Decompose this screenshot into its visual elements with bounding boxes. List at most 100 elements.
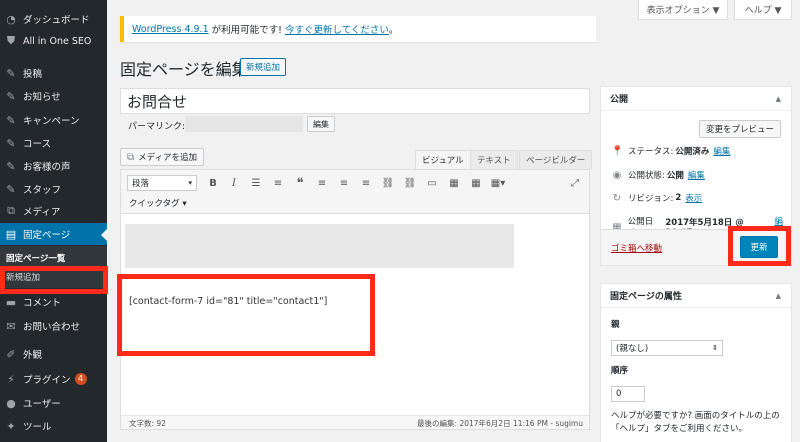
sidebar-item[interactable]: ✎ コース xyxy=(0,132,107,154)
sidebar-item[interactable]: ⚡ プラグイン 4 xyxy=(0,368,107,390)
link-icon[interactable]: ⛓ xyxy=(380,175,396,191)
media-icon: ⧉ xyxy=(127,151,135,163)
pin-icon: ✎ xyxy=(6,66,16,80)
sidebar-item[interactable]: ✎ お客様の声 xyxy=(0,155,107,177)
sidebar-item-label: コメント xyxy=(23,298,62,309)
add-media-label: メディアを追加 xyxy=(138,153,198,163)
status-value: 公開済み xyxy=(675,147,710,157)
revisions-icon: ↻ xyxy=(612,192,622,204)
visibility-edit-link[interactable]: 編集 xyxy=(688,169,705,181)
sidebar-item-label: All in One SEO xyxy=(23,35,92,47)
parent-select[interactable]: (親なし) ⇕ xyxy=(611,340,723,356)
quicktag-dropdown[interactable]: クイックタグ ▾ xyxy=(129,197,187,209)
sidebar-item[interactable]: ⛊ All in One SEO xyxy=(0,30,107,52)
dashboard-icon: ◔ xyxy=(6,12,16,26)
table-layout-icon[interactable]: ▦ xyxy=(468,175,484,191)
pin-icon: ✎ xyxy=(6,89,16,103)
sidebar-item-label: お知らせ xyxy=(23,92,61,103)
notice-end: 。 xyxy=(388,25,399,36)
media-icon: ⧉ xyxy=(7,204,15,217)
sidebar-item[interactable]: ✎ キャンペーン xyxy=(0,109,107,131)
sidebar-item[interactable]: ✦ ツール xyxy=(0,415,107,437)
comment-icon: ▬ xyxy=(5,295,17,309)
fullscreen-icon[interactable]: ⤢ xyxy=(567,175,583,191)
add-media-button[interactable]: ⧉ メディアを追加 xyxy=(120,148,205,166)
revisions-label: リビジョン: xyxy=(628,194,674,204)
permalink-edit-button[interactable]: 編集 xyxy=(307,116,335,132)
page-attributes-header[interactable]: 固定ページの属性 ▲ xyxy=(601,284,791,308)
sidebar-item-label: 固定ページ xyxy=(23,230,71,241)
submenu-all-pages[interactable]: 固定ページ一覧 xyxy=(6,252,65,264)
blockquote-icon[interactable]: ❝ xyxy=(292,175,308,191)
parent-select-value: (親なし) xyxy=(616,344,649,354)
sidebar-item-label: プラグイン xyxy=(23,375,71,386)
page-attributes-box: 固定ページの属性 ▲ 親 (親なし) ⇕ 順序 0 ヘルプが必要ですか? 画面の… xyxy=(600,283,792,442)
sidebar-item-label: 投稿 xyxy=(23,69,43,80)
help-button[interactable]: ヘルプ ▼ xyxy=(734,0,792,20)
sidebar-item-label: ダッシュボード xyxy=(23,15,90,26)
mail-icon: ✉ xyxy=(6,319,16,333)
preview-changes-button[interactable]: 変更をプレビュー xyxy=(699,120,782,138)
status-edit-link[interactable]: 編集 xyxy=(713,145,730,157)
tab-text[interactable]: テキスト xyxy=(470,150,518,169)
editor-statusbar: 文字数: 92 最後の編集: 2017年6月2日 11:16 PM - sugi… xyxy=(121,415,589,429)
sidebar-item[interactable]: ✎ お知らせ xyxy=(0,85,107,107)
visibility-label: 公開状態: xyxy=(628,171,665,181)
highlight-update-button xyxy=(728,226,791,266)
update-notice: WordPress 4.9.1 が利用可能です! 今すぐ更新してください 。 xyxy=(120,16,596,42)
publish-box-title: 公開 xyxy=(610,95,629,105)
sidebar-item[interactable]: ● ユーザー xyxy=(0,392,107,414)
add-new-page-button[interactable]: 新規追加 xyxy=(240,58,287,76)
sidebar-item-label: メディア xyxy=(23,207,61,218)
sidebar-item[interactable]: ⧉ メディア xyxy=(0,200,107,222)
page-icon: ▤ xyxy=(5,227,17,241)
bullet-list-icon[interactable]: ☰ xyxy=(248,175,264,191)
pin-icon: ✎ xyxy=(6,182,16,196)
shield-icon: ⛊ xyxy=(6,34,16,47)
tab-visual[interactable]: ビジュアル xyxy=(415,150,471,169)
table-insert-icon[interactable]: ▦▾ xyxy=(490,175,506,191)
admin-sidebar: ◔ ダッシュボード ⛊ All in One SEO ✎ 投稿 ✎ お知らせ ✎ キャンペーン ✎ コ… xyxy=(0,0,107,442)
update-now-link[interactable]: 今すぐ更新してください xyxy=(285,22,389,36)
sidebar-item[interactable]: ✎ 投稿 xyxy=(0,62,107,84)
align-right-icon[interactable]: ≡ xyxy=(358,175,374,191)
sidebar-item[interactable]: ✎ スタッフ xyxy=(0,178,107,200)
align-left-icon[interactable]: ≡ xyxy=(314,175,330,191)
collapse-arrow-icon[interactable]: ▲ xyxy=(776,95,781,103)
screen-options-button[interactable]: 表示オプション ▼ xyxy=(638,0,728,20)
help-text: ヘルプが必要ですか? 画面のタイトルの上の「ヘルプ」タブをご利用ください。 xyxy=(611,411,780,434)
sidebar-item[interactable]: ✐ 外観 xyxy=(0,343,107,365)
align-center-icon[interactable]: ≡ xyxy=(336,175,352,191)
highlight-shortcode xyxy=(117,274,375,356)
sidebar-item[interactable]: ▬ コメント xyxy=(0,291,107,313)
wordpress-version-link[interactable]: WordPress 4.9.1 xyxy=(132,24,209,35)
italic-icon[interactable]: I xyxy=(226,175,242,191)
permalink-url[interactable] xyxy=(185,116,303,132)
revisions-view-link[interactable]: 表示 xyxy=(685,192,702,204)
user-icon: ● xyxy=(6,396,16,410)
move-to-trash-link[interactable]: ゴミ箱へ移動 xyxy=(611,242,662,254)
sidebar-item[interactable]: ▤ 固定ページ xyxy=(0,223,107,245)
status-row: 📍 ステータス: 公開済み 編集 xyxy=(611,145,730,158)
collapse-arrow-icon[interactable]: ▲ xyxy=(776,292,781,300)
pin-icon: 📍 xyxy=(611,145,624,157)
notice-text: が利用可能です! xyxy=(208,25,285,36)
publish-box-header[interactable]: 公開 ▲ xyxy=(601,87,791,111)
more-tag-icon[interactable]: ▭ xyxy=(424,175,440,191)
order-input[interactable]: 0 xyxy=(611,386,645,402)
sidebar-item-label: キャンペーン xyxy=(23,116,80,127)
revisions-row: ↻ リビジョン: 2 表示 xyxy=(611,192,703,205)
sidebar-item[interactable]: ◔ ダッシュボード xyxy=(0,8,107,30)
post-title-input[interactable]: お問合せ xyxy=(120,88,590,114)
chevron-updown-icon: ⇕ xyxy=(712,344,718,352)
tab-page-builder[interactable]: ページビルダー xyxy=(519,150,593,169)
numbered-list-icon[interactable]: ≡ xyxy=(270,175,286,191)
table-icon[interactable]: ▦ xyxy=(446,175,462,191)
sidebar-item-label: ユーザー xyxy=(23,399,61,410)
sidebar-item[interactable]: ✉ お問い合わせ xyxy=(0,315,107,337)
bold-icon[interactable]: B xyxy=(205,175,221,191)
order-label: 順序 xyxy=(611,366,629,376)
format-select[interactable]: 段落 ▾ xyxy=(127,175,197,191)
unlink-icon[interactable]: ⛓ xyxy=(402,175,418,191)
format-select-value: 段落 xyxy=(132,179,150,189)
